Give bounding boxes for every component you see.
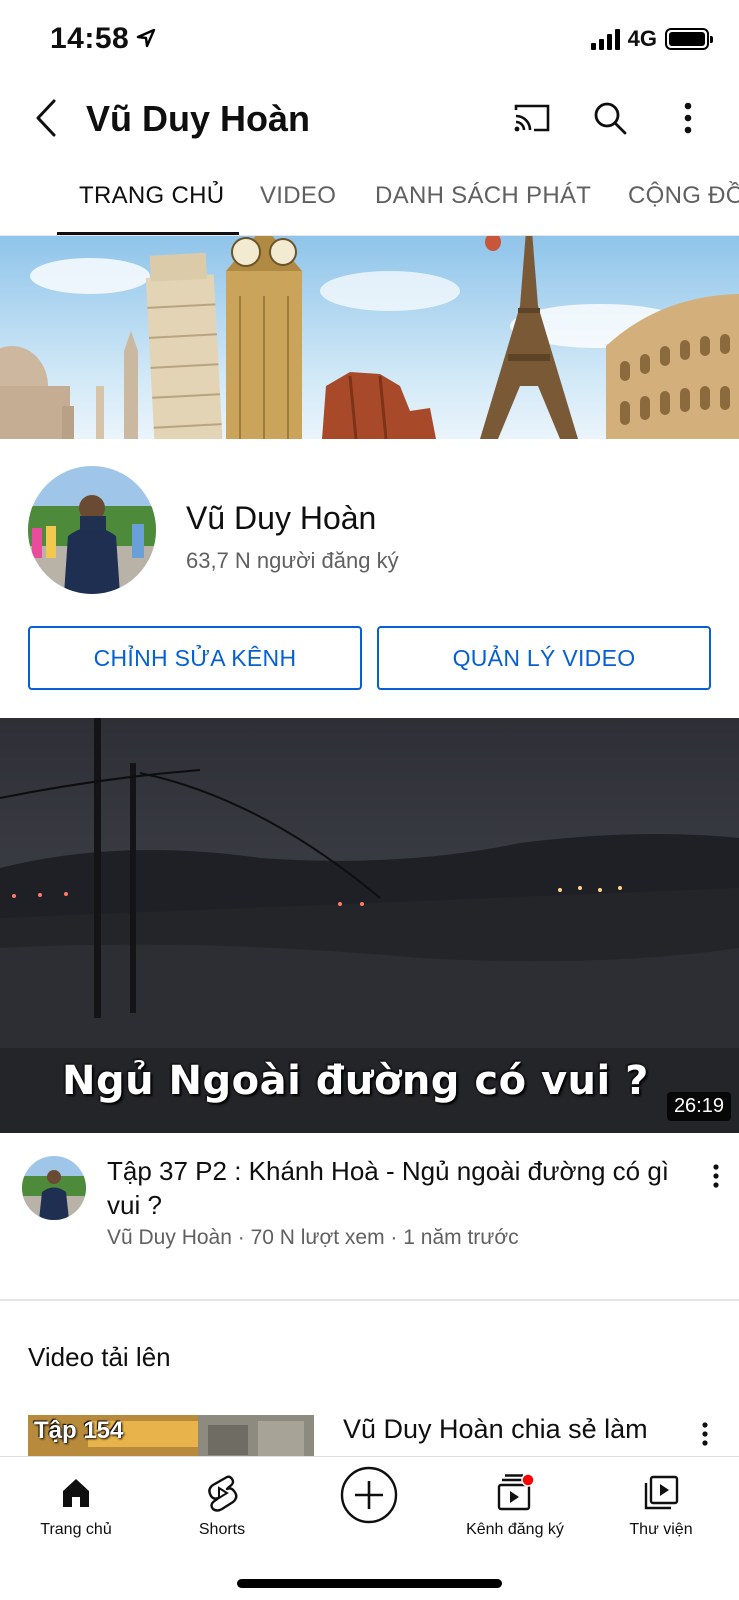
nav-library-label: Thư viện (629, 1521, 693, 1538)
episode-label: Tập 154 (34, 1417, 124, 1444)
featured-video-thumbnail[interactable]: Ngủ Ngoài đường có vui ? 26:19 (0, 718, 739, 1133)
library-icon (639, 1471, 683, 1515)
search-icon (594, 102, 627, 135)
nav-subscriptions-label: Kênh đăng ký (466, 1521, 564, 1538)
more-vert-icon (684, 102, 692, 134)
nav-library[interactable]: Thư viện (596, 1471, 726, 1539)
nav-shorts-label: Shorts (198, 1521, 246, 1538)
upload-list-item[interactable]: Tập 154 Vũ Duy Hoàn chia sẻ làm (0, 1412, 739, 1456)
video-duration: 26:19 (666, 1092, 731, 1121)
featured-video-meta: Tập 37 P2 : Khánh Hoà - Ngủ ngoài đường … (0, 1150, 739, 1290)
upload-title[interactable]: Vũ Duy Hoàn chia sẻ làm (343, 1414, 648, 1445)
video-channel-avatar[interactable] (22, 1156, 86, 1220)
app-bar: Vũ Duy Hoàn (0, 80, 739, 160)
cast-icon (514, 104, 550, 132)
cast-button[interactable] (510, 96, 554, 140)
section-divider (0, 1299, 739, 1301)
manage-videos-button[interactable]: QUẢN LÝ VIDEO (377, 626, 711, 690)
tab-community[interactable]: CỘNG ĐỒ (628, 182, 739, 210)
signal-icon (590, 28, 620, 50)
home-indicator (237, 1579, 502, 1588)
nav-subscriptions[interactable]: Kênh đăng ký (450, 1471, 580, 1539)
back-arrow-icon (36, 99, 56, 137)
location-arrow-icon (136, 28, 156, 53)
status-indicators: 4G (590, 26, 713, 52)
edit-channel-button[interactable]: CHỈNH SỬA KÊNH (28, 626, 362, 690)
thumbnail-overlay-text: Ngủ Ngoài đường có vui ? (62, 1058, 649, 1104)
channel-avatar[interactable] (28, 466, 156, 594)
search-button[interactable] (588, 96, 632, 140)
uploads-section-title: Video tải lên (28, 1342, 171, 1372)
battery-icon (665, 28, 713, 50)
upload-menu-button[interactable] (690, 1414, 720, 1454)
more-vert-icon (713, 1164, 719, 1188)
video-title[interactable]: Tập 37 P2 : Khánh Hoà - Ngủ ngoài đường … (107, 1154, 687, 1222)
nav-home-label: Trang chủ (40, 1521, 112, 1538)
tab-videos[interactable]: VIDEO (260, 182, 336, 210)
network-type: 4G (627, 26, 657, 51)
nav-home[interactable]: Trang chủ (11, 1471, 141, 1539)
video-menu-button[interactable] (701, 1156, 731, 1196)
status-time: 14:58 (50, 22, 130, 55)
status-bar: 14:58 4G (0, 0, 739, 80)
create-button[interactable] (339, 1465, 399, 1525)
video-metadata: Vũ Duy Hoàn · 70 N lượt xem · 1 năm trướ… (107, 1226, 519, 1249)
upload-thumbnail[interactable]: Tập 154 (28, 1415, 314, 1456)
channel-name: Vũ Duy Hoàn (186, 500, 377, 536)
tab-playlists[interactable]: DANH SÁCH PHÁT (375, 182, 591, 210)
subscriptions-icon (493, 1471, 537, 1515)
channel-info: Vũ Duy Hoàn 63,7 N người đăng ký (0, 466, 739, 596)
more-options-button[interactable] (666, 96, 710, 140)
create-icon (340, 1466, 398, 1524)
home-icon (54, 1471, 98, 1515)
nav-shorts[interactable]: Shorts (157, 1471, 287, 1539)
page-title: Vũ Duy Hoàn (86, 98, 311, 139)
channel-tabs: TRANG CHỦ VIDEO DANH SÁCH PHÁT CỘNG ĐỒ (0, 160, 739, 236)
channel-banner (0, 236, 739, 439)
shorts-icon (200, 1471, 244, 1515)
more-vert-icon (702, 1422, 708, 1446)
bottom-navigation: Trang chủ Shorts Kênh đăng ký Thư viện (0, 1456, 739, 1600)
subscriber-count: 63,7 N người đăng ký (186, 548, 399, 573)
back-button[interactable] (26, 96, 66, 140)
tab-home[interactable]: TRANG CHỦ (79, 182, 224, 210)
